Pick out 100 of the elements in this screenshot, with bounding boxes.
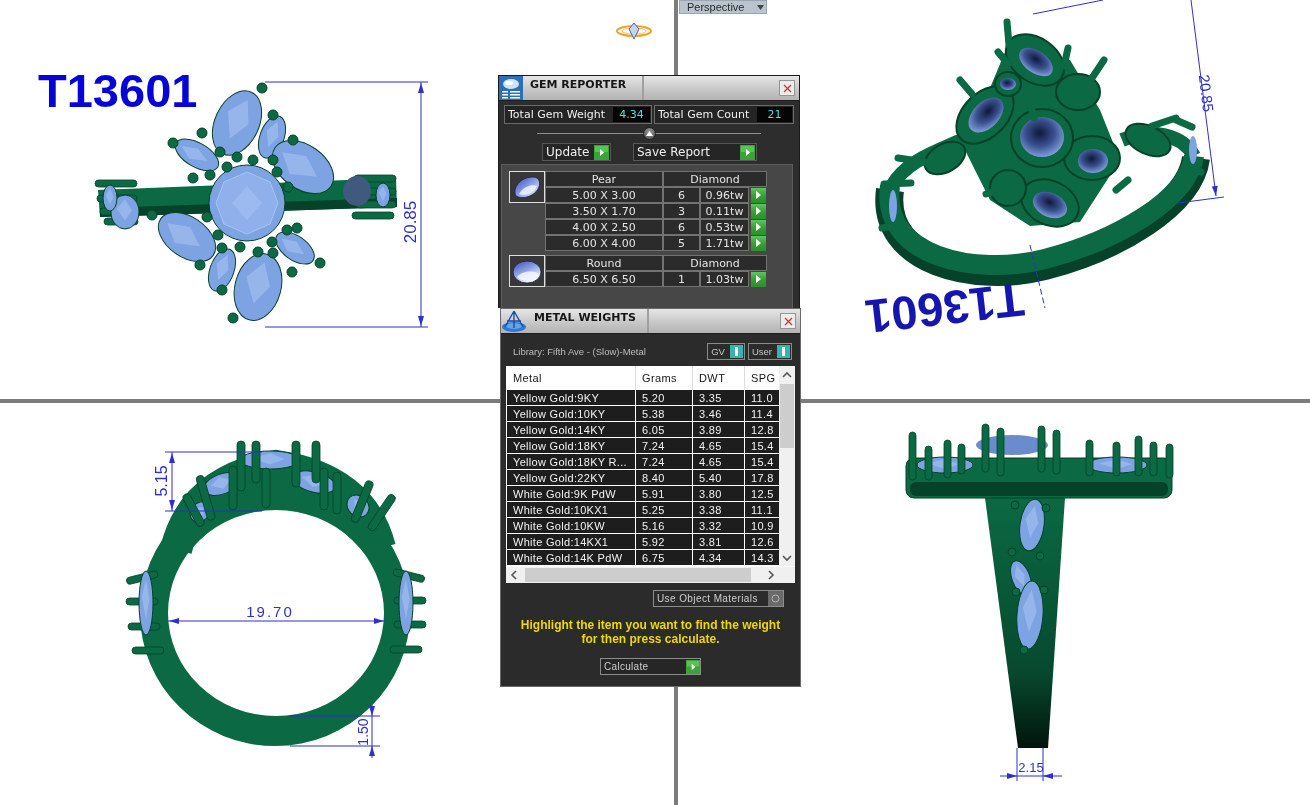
scrollbar-thumb[interactable] [525,568,751,582]
table-cell: 7.24 [636,438,692,453]
chevron-left-icon[interactable] [510,570,518,580]
pyramid-icon [501,309,527,333]
table-cell: 5.16 [636,518,692,533]
close-icon [783,316,793,326]
close-icon [782,83,792,93]
chevron-up-icon[interactable] [782,371,792,379]
table-cell: 6 [663,219,700,235]
table-cell: 5 [663,235,700,251]
gem-material-header: Diamond [663,171,767,187]
filter-toggle[interactable]: GV [707,342,745,360]
instruction-text: Highlight the item you want to find the weight for then press calculate. [519,618,782,646]
table-cell: 6.00 X 4.00 [545,235,663,251]
total-label: Total Gem Count [657,108,750,121]
measure-leader [1029,244,1046,309]
table-cell: White Gold:14K PdW [507,550,635,565]
table-cell: 3.38 [693,502,744,517]
dimension-label: 20.85 [1195,73,1218,113]
table-cell: 17.8 [745,470,779,485]
table-cell: 1.71tw [700,235,749,251]
table-cell: 6.75 [636,550,692,565]
table-cell: 3.46 [693,406,744,421]
table-cell: 0.53tw [700,219,749,235]
table-cell: Yellow Gold:9KY [507,390,635,405]
gem-material-header: Diamond [663,255,767,271]
row-play-button[interactable] [750,187,766,203]
table-cell: 3.89 [693,422,744,437]
table-cell: 12.6 [745,534,779,549]
table-cell: 3.35 [693,390,744,405]
table-cell: 1 [663,271,700,287]
view-dropdown[interactable]: Perspective [679,0,767,14]
table-cell: 15.4 [745,454,779,469]
dimension-label: 20.85 [401,200,420,244]
model-label: T13601 [38,64,198,117]
table-cell: 4.00 X 2.50 [545,219,663,235]
horizontal-scrollbar[interactable] [506,567,795,583]
round-gem-icon [509,255,545,287]
table-cell: 12.8 [745,422,779,437]
table-cell: 5.25 [636,502,692,517]
table-cell: White Gold:10KW [507,518,635,533]
table-cell: 0.96tw [700,187,749,203]
table-cell: Yellow Gold:22KY [507,470,635,485]
table-cell: 11.1 [745,502,779,517]
table-cell: 10.9 [745,518,779,533]
library-label: Library: Fifth Ave - (Slow)-Metal [513,345,646,357]
dimension-label: 1.50 [355,718,371,746]
row-play-button[interactable] [750,219,766,235]
rotated-model-label: T13601 [862,273,1027,344]
table-cell: Yellow Gold:10KY [507,406,635,421]
calculate-button[interactable]: Calculate [600,658,701,675]
caret-down-icon [757,4,764,10]
gem-shape-header: Pear [545,171,663,187]
play-icon [686,659,700,674]
chevron-right-icon[interactable] [767,570,775,580]
table-cell: White Gold:9K PdW [507,486,635,501]
table-cell: 6 [663,187,700,203]
ring-icon [617,23,651,39]
total-value: 21 [757,107,792,122]
table-cell: White Gold:10KX1 [507,502,635,517]
table-cell: 3.50 X 1.70 [545,203,663,219]
close-button[interactable] [779,80,795,96]
row-play-button[interactable] [750,271,766,287]
action-button[interactable]: Update [542,143,611,161]
use-object-materials-toggle[interactable]: Use Object Materials [653,590,784,607]
close-button[interactable] [780,313,796,329]
gem-shape-header: Round [545,255,663,271]
total-value: 4.34 [612,107,650,122]
pear-gem-icon [509,171,545,203]
play-icon [594,144,609,160]
vertical-scrollbar[interactable] [779,366,795,566]
table-cell: 3.80 [693,486,744,501]
dimension-label: 5.15 [153,465,170,497]
play-icon [740,144,755,160]
table-cell: 3 [663,203,700,219]
table-cell: 1.03tw [700,271,749,287]
row-play-button[interactable] [750,235,766,251]
scrollbar-thumb[interactable] [780,384,794,448]
chevron-down-icon[interactable] [782,554,792,562]
total-label: Total Gem Weight [508,108,605,121]
collapse-handle[interactable] [642,127,656,140]
table-cell: 11.4 [745,406,779,421]
table-cell: 4.34 [693,550,744,565]
table-cell: 4.65 [693,454,744,469]
table-cell: 8.40 [636,470,692,485]
table-cell: 3.32 [693,518,744,533]
action-button[interactable]: Save Report [633,143,757,161]
table-cell: 5.38 [636,406,692,421]
play-icon [755,275,761,283]
row-play-button[interactable] [750,203,766,219]
table-cell: 5.91 [636,486,692,501]
filter-toggle[interactable]: User [747,342,792,360]
table-cell: 6.05 [636,422,692,437]
table-cell: 0.11tw [700,203,749,219]
table-cell: White Gold:14KX1 [507,534,635,549]
table-cell: 5.40 [693,470,744,485]
report-icon [499,76,523,100]
table-cell: 15.4 [745,438,779,453]
table-cell: 14.3 [745,550,779,565]
table-cell: 5.92 [636,534,692,549]
